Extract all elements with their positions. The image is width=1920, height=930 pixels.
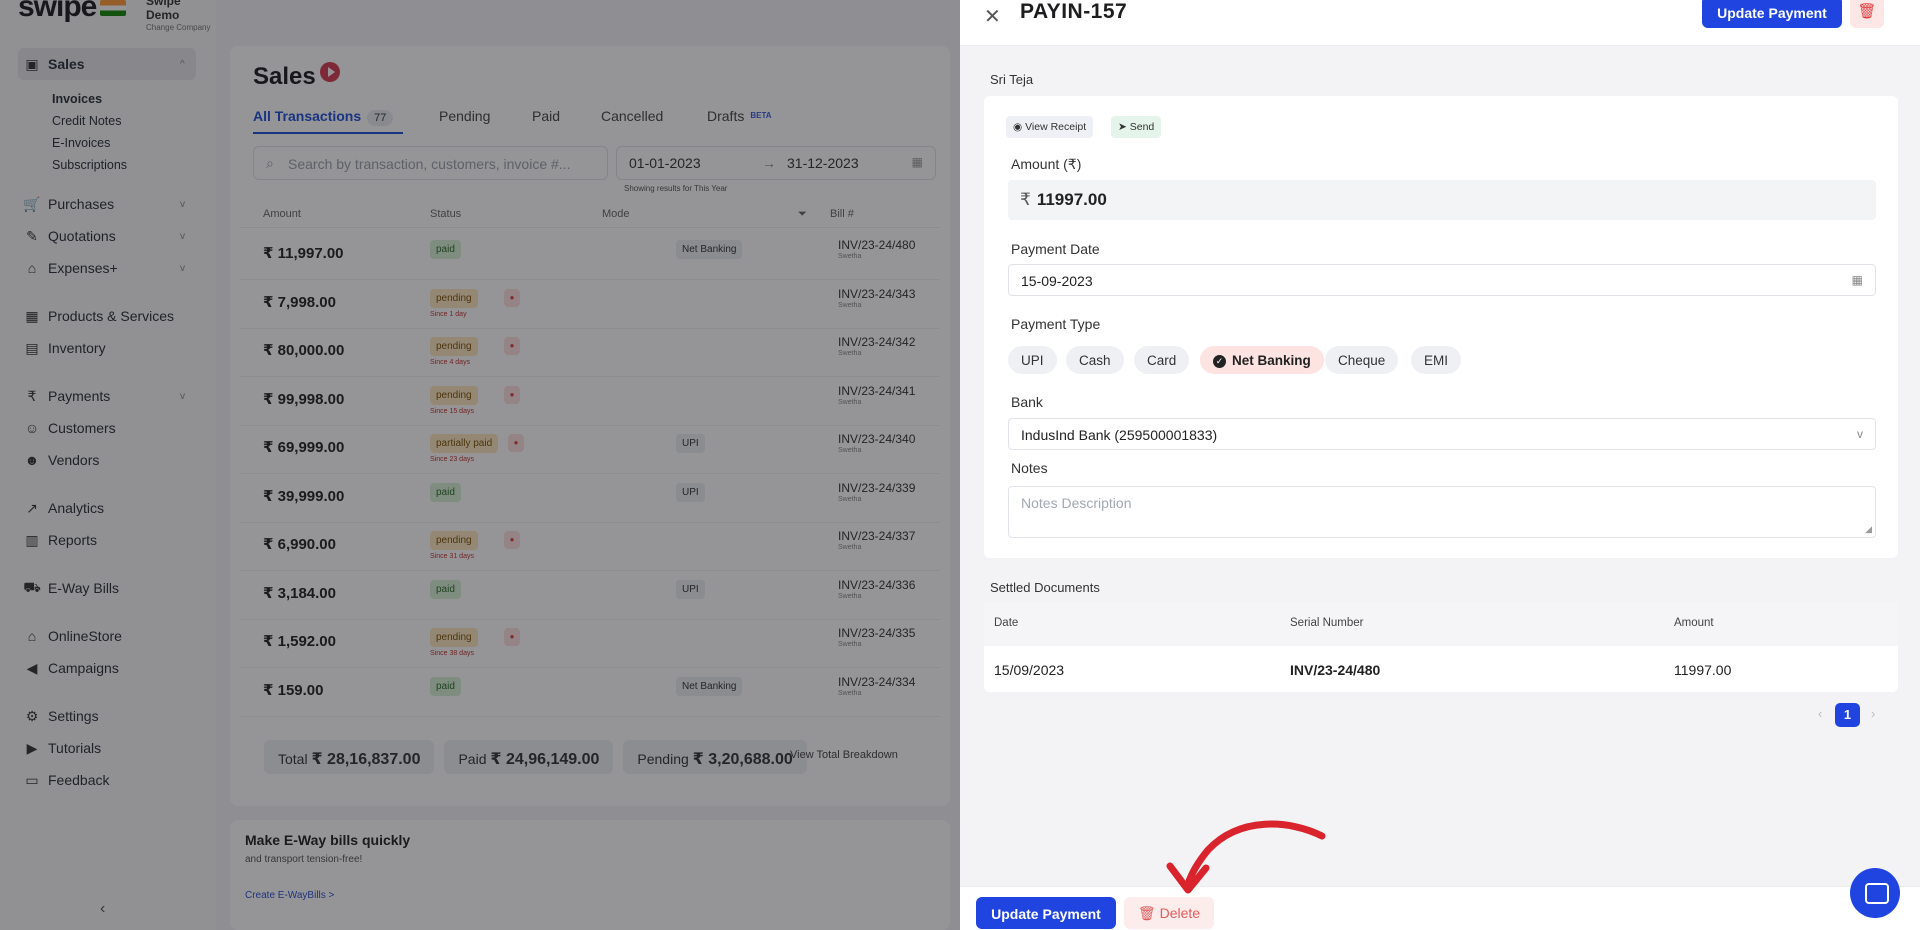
payment-type-cash[interactable]: Cash	[1066, 346, 1124, 374]
pagination-next-icon[interactable]: ›	[1871, 706, 1875, 721]
calendar-icon: ▦	[1851, 273, 1863, 287]
payment-type-label: Payment Type	[1011, 316, 1101, 332]
send-icon: ➤	[1118, 121, 1127, 133]
notes-textarea[interactable]: Notes Description ◢	[1008, 486, 1876, 538]
trash-icon: 🗑	[1137, 905, 1156, 921]
bank-select[interactable]: IndusInd Bank (259500001833) v	[1008, 418, 1876, 450]
notes-label: Notes	[1011, 460, 1048, 476]
update-payment-button-top[interactable]: Update Payment	[1702, 0, 1842, 28]
view-receipt-button[interactable]: ◉ View Receipt	[1006, 116, 1094, 138]
drawer-title: PAYIN-157	[1020, 0, 1128, 23]
support-chat-button[interactable]	[1850, 868, 1900, 918]
payment-type-emi[interactable]: EMI	[1411, 346, 1462, 374]
pagination-page[interactable]: 1	[1835, 703, 1860, 727]
delete-button[interactable]: 🗑 Delete	[1124, 897, 1214, 929]
eye-icon: ◉	[1013, 121, 1023, 133]
amount-field: ₹11997.00	[1008, 180, 1876, 220]
resize-handle-icon[interactable]: ◢	[1865, 524, 1872, 535]
modal-backdrop[interactable]	[0, 0, 960, 930]
send-button[interactable]: ➤ Send	[1111, 116, 1162, 138]
drawer-footer: Update Payment 🗑 Delete	[960, 886, 1920, 930]
chevron-down-icon: v	[1857, 427, 1863, 441]
payment-date-field[interactable]: 15-09-2023 ▦	[1008, 264, 1876, 296]
party-name: Sri Teja	[990, 72, 1034, 87]
trash-icon[interactable]: 🗑	[1850, 0, 1884, 28]
payment-type-upi[interactable]: UPI	[1008, 346, 1057, 374]
drawer-header: ✕ PAYIN-157 Update Payment 🗑	[960, 0, 1920, 46]
payment-form-card: ◉ View Receipt ➤ Send Amount (₹) ₹11997.…	[984, 96, 1898, 558]
payment-type-card[interactable]: Card	[1134, 346, 1190, 374]
close-icon[interactable]: ✕	[984, 4, 1001, 29]
check-circle-icon: ✓	[1213, 355, 1226, 368]
settled-documents-title: Settled Documents	[990, 580, 1100, 595]
update-payment-button[interactable]: Update Payment	[976, 897, 1116, 929]
bank-label: Bank	[1011, 394, 1043, 410]
annotation-arrow	[1166, 820, 1326, 894]
amount-label: Amount (₹)	[1011, 156, 1082, 172]
payment-type-cheque[interactable]: Cheque	[1325, 346, 1399, 374]
settled-documents-table: Date Serial Number Amount 15/09/2023 INV…	[984, 602, 1898, 692]
pagination-prev-icon[interactable]: ‹	[1818, 706, 1822, 721]
table-header: Date Serial Number Amount	[984, 602, 1898, 646]
payment-date-label: Payment Date	[1011, 241, 1100, 257]
payment-drawer: ✕ PAYIN-157 Update Payment 🗑 Sri Teja ◉ …	[960, 0, 1920, 930]
payment-type-net-banking[interactable]: ✓ Net Banking	[1200, 346, 1324, 374]
